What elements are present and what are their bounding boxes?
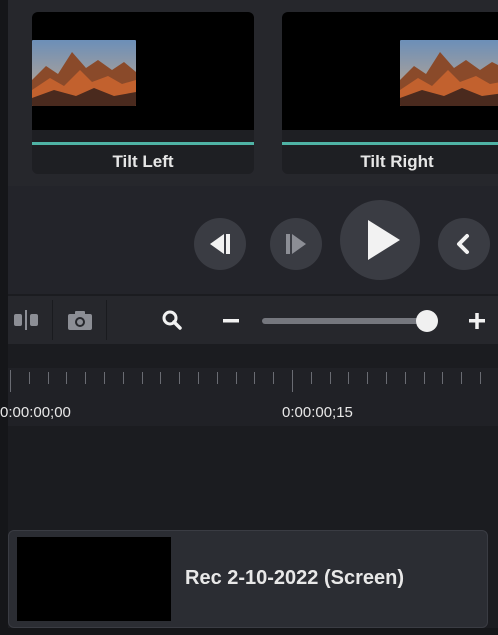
- ruler-tick: [367, 372, 369, 384]
- toolbar-divider: [52, 300, 53, 340]
- timeline-toolbar: [8, 296, 498, 344]
- ruler-tick: [273, 372, 275, 384]
- left-edge-strip: [0, 0, 8, 635]
- clip-name: Rec 2-10-2022 (Screen): [185, 567, 405, 589]
- toolbar-gap: [8, 344, 498, 368]
- ruler-tick: [216, 372, 218, 384]
- search-icon: [162, 310, 182, 330]
- ruler-tick: [423, 372, 425, 384]
- minus-icon: [223, 319, 239, 323]
- transitions-panel: Tilt Left Tilt Right: [8, 0, 498, 186]
- clip-thumbnail: [17, 537, 171, 621]
- step-forward-button[interactable]: [270, 218, 322, 270]
- ruler-tick: [386, 372, 387, 384]
- bottom-strip: [0, 628, 498, 635]
- split-button[interactable]: [12, 308, 40, 332]
- media-clip[interactable]: Rec 2-10-2022 (Screen): [8, 530, 488, 628]
- ruler-tick: [480, 372, 481, 384]
- transition-tilt-right[interactable]: Tilt Right: [282, 12, 498, 174]
- ruler-tick: [66, 372, 68, 384]
- camera-icon: [68, 311, 92, 330]
- zoom-search-button[interactable]: [160, 309, 184, 333]
- ruler-tick: [254, 372, 256, 384]
- plus-icon: [469, 313, 485, 329]
- mountain-thumbnail: [400, 40, 498, 106]
- ruler-tick: [329, 372, 331, 384]
- timecode-label: 0:00:00;00: [0, 404, 71, 421]
- ruler-tick: [47, 372, 49, 384]
- play-button[interactable]: [340, 200, 420, 280]
- mountain-thumbnail: [32, 40, 136, 106]
- step-forward-icon: [286, 234, 306, 254]
- play-icon: [368, 220, 400, 260]
- ruler-tick: [442, 372, 444, 384]
- ruler-tick: [122, 372, 124, 384]
- ruler-tick: [160, 372, 162, 384]
- zoom-in-button[interactable]: [466, 310, 488, 332]
- ruler-tick: [104, 372, 105, 384]
- transition-tilt-left[interactable]: Tilt Left: [32, 12, 254, 174]
- ruler-tick: [198, 372, 199, 384]
- zoom-out-button[interactable]: [220, 310, 242, 332]
- ruler-tick: [348, 372, 350, 384]
- chevron-left-icon: [457, 234, 469, 254]
- transition-label: Tilt Right: [360, 152, 434, 171]
- zoom-slider-thumb[interactable]: [416, 310, 439, 332]
- step-back-button[interactable]: [194, 218, 246, 270]
- playback-controls: [8, 186, 498, 294]
- transition-preview: [32, 12, 254, 130]
- ruler-tick: [310, 372, 312, 384]
- toolbar-divider: [106, 300, 107, 340]
- snapshot-button[interactable]: [64, 308, 96, 332]
- step-back-icon: [210, 234, 230, 254]
- transition-preview: [282, 12, 498, 130]
- split-icon: [14, 310, 38, 330]
- ruler-tick: [28, 372, 30, 384]
- ruler-tick: [461, 372, 463, 384]
- transition-label: Tilt Left: [112, 152, 174, 171]
- previous-button[interactable]: [438, 218, 490, 270]
- ruler-tick: [10, 370, 11, 392]
- ruler-tick: [85, 372, 87, 384]
- zoom-slider-track[interactable]: [262, 318, 436, 324]
- timecode-label: 0:00:00;15: [282, 404, 353, 421]
- transition-accent-bar: [282, 142, 498, 145]
- ruler-tick: [404, 372, 406, 384]
- track-area: [8, 426, 498, 526]
- ruler-tick: [141, 372, 143, 384]
- transition-accent-bar: [32, 142, 254, 145]
- ruler-tick: [235, 372, 237, 384]
- ruler-tick: [179, 372, 181, 384]
- ruler-tick: [292, 370, 293, 392]
- timeline-ruler[interactable]: 0:00:00;00 0:00:00;15: [0, 368, 498, 426]
